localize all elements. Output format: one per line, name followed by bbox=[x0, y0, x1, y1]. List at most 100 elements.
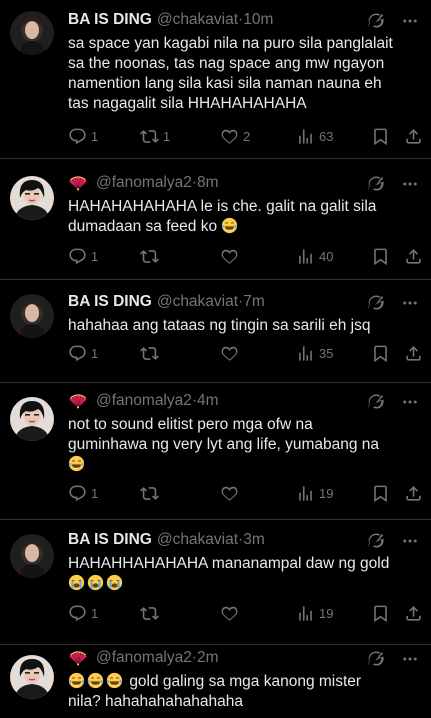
share-button[interactable] bbox=[404, 604, 423, 623]
bookmark-button[interactable] bbox=[371, 344, 390, 363]
tweet[interactable]: BA IS DING @chakaviat ·10m sa space yan … bbox=[0, 0, 431, 159]
display-name[interactable]: BA IS DING bbox=[68, 293, 152, 311]
retweet-count: 1 bbox=[163, 129, 171, 144]
timestamp[interactable]: ·4m bbox=[192, 392, 219, 410]
bookmark-button[interactable] bbox=[371, 127, 390, 146]
timeline-feed[interactable]: BA IS DING @chakaviat ·10m sa space yan … bbox=[0, 0, 431, 718]
views-button[interactable]: 35 bbox=[296, 344, 333, 363]
share-button[interactable] bbox=[404, 344, 423, 363]
bar-chart-icon bbox=[296, 247, 315, 266]
username[interactable]: @fanomalya2 bbox=[96, 392, 192, 410]
more-dots-icon[interactable] bbox=[401, 175, 419, 193]
retweet-icon bbox=[140, 247, 159, 266]
timestamp[interactable]: ·10m bbox=[238, 11, 273, 29]
like-button[interactable] bbox=[220, 247, 243, 266]
reply-button[interactable]: 1 bbox=[68, 247, 98, 266]
grok-icon[interactable] bbox=[367, 393, 385, 411]
bookmark-button[interactable] bbox=[371, 604, 390, 623]
username[interactable]: @chakaviat bbox=[157, 11, 238, 29]
display-name[interactable]: BA IS DING bbox=[68, 531, 152, 549]
bookmark-button[interactable] bbox=[371, 484, 390, 503]
bookmark-button[interactable] bbox=[371, 247, 390, 266]
reply-count: 1 bbox=[91, 486, 99, 501]
reply-button[interactable]: 1 bbox=[68, 127, 98, 146]
bookmark-icon bbox=[371, 484, 390, 503]
bar-chart-icon bbox=[296, 344, 315, 363]
reply-button[interactable]: 1 bbox=[68, 604, 98, 623]
more-dots-icon[interactable] bbox=[401, 393, 419, 411]
reply-button[interactable]: 1 bbox=[68, 344, 98, 363]
tweet[interactable]: @fanomalya2 ·2m gold galing sa mga kanon… bbox=[0, 645, 431, 718]
share-button[interactable] bbox=[404, 127, 423, 146]
heart-icon bbox=[220, 247, 239, 266]
avatar[interactable] bbox=[10, 294, 54, 338]
views-button[interactable]: 63 bbox=[296, 127, 333, 146]
avatar[interactable] bbox=[10, 11, 54, 55]
username[interactable]: @chakaviat bbox=[157, 293, 238, 311]
timestamp[interactable]: ·7m bbox=[238, 293, 265, 311]
tweet-text: HAHAHHAHAHAHA mananampal daw ng gold bbox=[68, 554, 423, 594]
retweet-button[interactable] bbox=[140, 247, 163, 266]
retweet-button[interactable]: 1 bbox=[140, 127, 170, 146]
grok-icon[interactable] bbox=[367, 175, 385, 193]
retweet-button[interactable] bbox=[140, 344, 163, 363]
tweet-header: @fanomalya2 ·4m bbox=[68, 391, 423, 411]
share-button[interactable] bbox=[404, 484, 423, 503]
retweet-button[interactable] bbox=[140, 484, 163, 503]
comment-bubble-icon bbox=[68, 604, 87, 623]
avatar[interactable] bbox=[10, 176, 54, 220]
grok-icon[interactable] bbox=[367, 12, 385, 30]
more-dots-icon[interactable] bbox=[401, 532, 419, 550]
like-button[interactable] bbox=[220, 344, 243, 363]
views-button[interactable]: 19 bbox=[296, 604, 333, 623]
timestamp[interactable]: ·3m bbox=[238, 531, 265, 549]
tweet-header: BA IS DING @chakaviat ·7m bbox=[68, 292, 423, 312]
grok-icon[interactable] bbox=[367, 532, 385, 550]
more-dots-icon[interactable] bbox=[401, 650, 419, 668]
like-button[interactable] bbox=[220, 604, 243, 623]
share-icon bbox=[404, 484, 423, 503]
tweet-actions: 1 19 bbox=[68, 484, 424, 504]
timestamp[interactable]: ·8m bbox=[192, 174, 219, 192]
avatar[interactable] bbox=[10, 534, 54, 578]
tweet-content: BA IS DING @chakaviat ·10m sa space yan … bbox=[68, 10, 423, 114]
views-button[interactable]: 40 bbox=[296, 247, 333, 266]
bookmark-icon bbox=[371, 344, 390, 363]
share-icon bbox=[404, 127, 423, 146]
username[interactable]: @fanomalya2 bbox=[96, 649, 192, 667]
tears-of-joy-emoji bbox=[68, 455, 85, 472]
tweet-content: @fanomalya2 ·4m not to sound elitist per… bbox=[68, 391, 423, 475]
bookmark-icon bbox=[371, 604, 390, 623]
timestamp[interactable]: ·2m bbox=[192, 649, 219, 667]
avatar[interactable] bbox=[10, 397, 54, 441]
view-count: 19 bbox=[319, 606, 334, 621]
reply-button[interactable]: 1 bbox=[68, 484, 98, 503]
tweet[interactable]: BA IS DING @chakaviat ·7m hahahaa ang ta… bbox=[0, 280, 431, 383]
folding-fan-icon bbox=[68, 175, 88, 191]
tweet-actions: 1 1 2 63 bbox=[68, 127, 424, 147]
tweet[interactable]: @fanomalya2 ·8m HAHAHAHAHAHA le is che. … bbox=[0, 159, 431, 280]
like-button[interactable]: 2 bbox=[220, 127, 250, 146]
grok-icon[interactable] bbox=[367, 650, 385, 668]
display-name[interactable]: BA IS DING bbox=[68, 11, 152, 29]
tears-of-joy-emoji bbox=[87, 672, 104, 689]
views-button[interactable]: 19 bbox=[296, 484, 333, 503]
like-count: 2 bbox=[243, 129, 251, 144]
comment-bubble-icon bbox=[68, 127, 87, 146]
bookmark-icon bbox=[371, 247, 390, 266]
retweet-button[interactable] bbox=[140, 604, 163, 623]
like-button[interactable] bbox=[220, 484, 243, 503]
retweet-icon bbox=[140, 344, 159, 363]
heart-icon bbox=[220, 604, 239, 623]
more-dots-icon[interactable] bbox=[401, 12, 419, 30]
tweet[interactable]: BA IS DING @chakaviat ·3m HAHAHHAHAHAHA … bbox=[0, 520, 431, 645]
share-button[interactable] bbox=[404, 247, 423, 266]
avatar[interactable] bbox=[10, 655, 54, 699]
username[interactable]: @chakaviat bbox=[157, 531, 238, 549]
username[interactable]: @fanomalya2 bbox=[96, 174, 192, 192]
tweet-text: not to sound elitist pero mga ofw na gum… bbox=[68, 415, 423, 475]
tweet[interactable]: @fanomalya2 ·4m not to sound elitist per… bbox=[0, 383, 431, 520]
more-dots-icon[interactable] bbox=[401, 294, 419, 312]
grok-icon[interactable] bbox=[367, 294, 385, 312]
tweet-text: HAHAHAHAHAHA le is che. galit na galit s… bbox=[68, 197, 423, 237]
